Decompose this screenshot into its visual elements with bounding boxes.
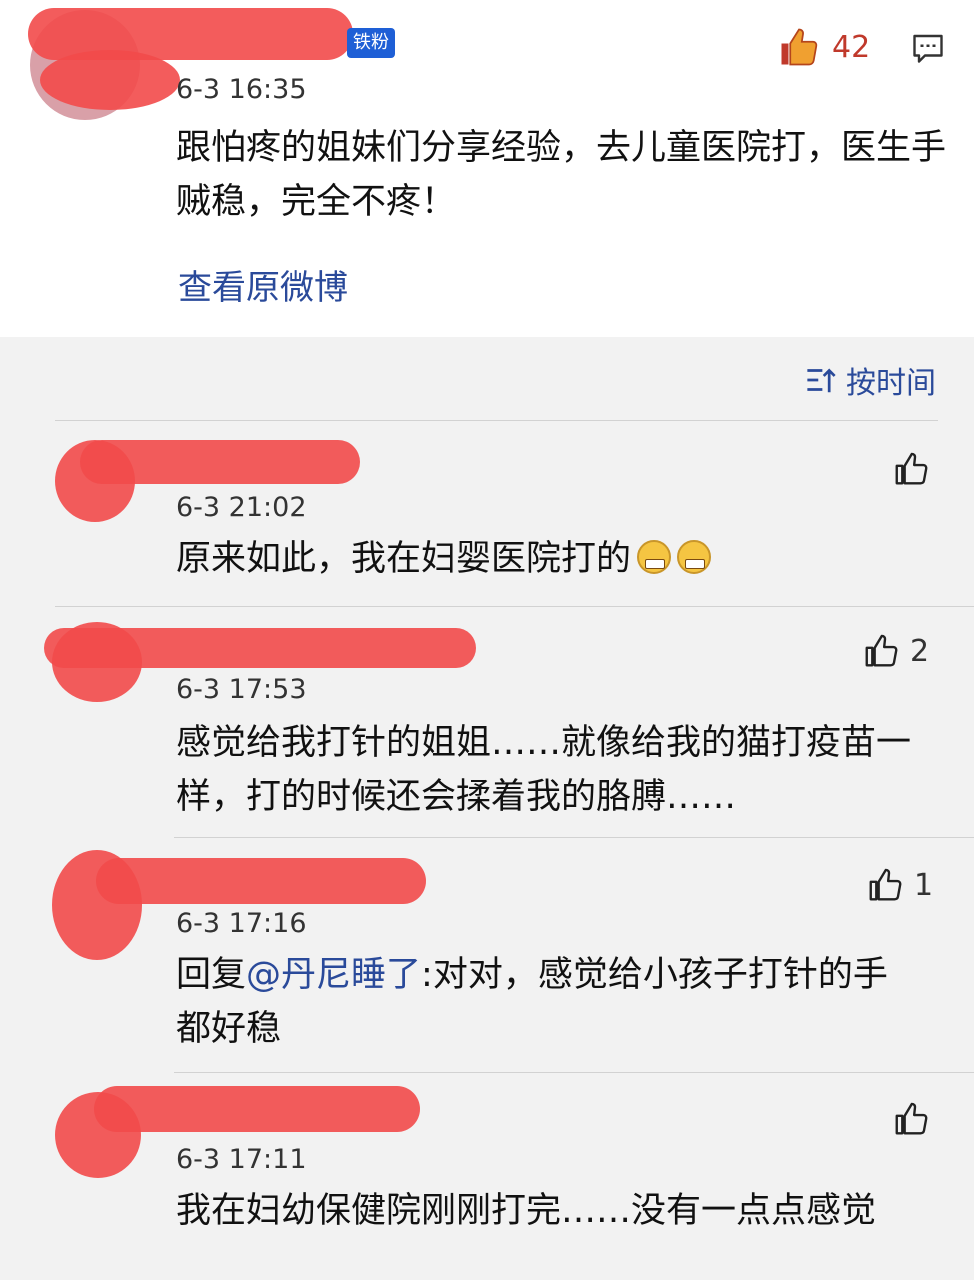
like-button[interactable] <box>862 632 900 670</box>
comment-time: 6-3 17:11 <box>176 1144 307 1175</box>
comment-bubble-icon <box>913 34 943 63</box>
grinning-face-emoji <box>637 540 672 574</box>
divider <box>174 1072 974 1073</box>
like-count: 42 <box>832 30 871 65</box>
divider <box>55 606 974 607</box>
post-time: 6-3 16:35 <box>176 74 307 105</box>
sort-icon <box>807 368 836 393</box>
comment-time: 6-3 17:16 <box>176 908 307 939</box>
post-text: 跟怕疼的姐妹们分享经验，去儿童医院打，医生手贼稳，完全不疼！ <box>176 128 947 222</box>
view-original-link[interactable]: 查看原微博 <box>178 260 348 309</box>
like-button[interactable] <box>866 866 904 904</box>
fan-badge: 铁粉 <box>347 28 395 58</box>
like-count: 2 <box>910 634 930 669</box>
comment-text-body: 原来如此，我在妇婴医院打的 <box>176 539 632 579</box>
mention-link[interactable]: @丹尼睡了 <box>246 955 421 995</box>
divider <box>55 420 938 421</box>
reply-prefix: 回复 <box>176 955 247 995</box>
comment-time: 6-3 21:02 <box>176 492 307 523</box>
thumbs-up-outline-icon <box>895 452 928 485</box>
thumbs-up-outline-icon <box>865 634 898 667</box>
like-button[interactable] <box>892 450 930 488</box>
like-button[interactable] <box>778 26 820 68</box>
thumbs-up-filled-icon <box>781 28 818 66</box>
comment-text: 回复@丹尼睡了:对对，感觉给小孩子打针的手都好稳 <box>176 948 916 1056</box>
comment-button[interactable] <box>910 30 946 70</box>
comment-text: 我在妇幼保健院刚刚打完……没有一点点感觉 <box>176 1191 877 1231</box>
redacted-username <box>28 8 353 60</box>
redacted-avatar <box>40 50 180 110</box>
sort-by-time-button[interactable]: 按时间 <box>804 360 936 401</box>
thumbs-up-outline-icon <box>869 868 902 901</box>
grinning-face-emoji <box>677 540 712 574</box>
sort-label: 按时间 <box>846 366 936 401</box>
like-count: 1 <box>914 868 934 903</box>
divider <box>174 837 974 838</box>
redacted-username <box>44 628 476 668</box>
comment-text: 原来如此，我在妇婴医院打的 <box>176 532 936 586</box>
original-post-card: 铁粉 6-3 16:35 42 跟怕疼的姐妹们分享经验，去儿童医院打，医生手贼稳… <box>0 0 974 337</box>
like-button[interactable] <box>892 1100 930 1138</box>
comment-text: 感觉给我打针的姐姐……就像给我的猫打疫苗一样，打的时候还会揉着我的胳膊…… <box>176 723 912 817</box>
redacted-username <box>94 1086 420 1132</box>
thumbs-up-outline-icon <box>895 1102 928 1135</box>
redacted-username <box>80 440 360 484</box>
redacted-username <box>96 858 426 904</box>
comment-time: 6-3 17:53 <box>176 674 307 705</box>
